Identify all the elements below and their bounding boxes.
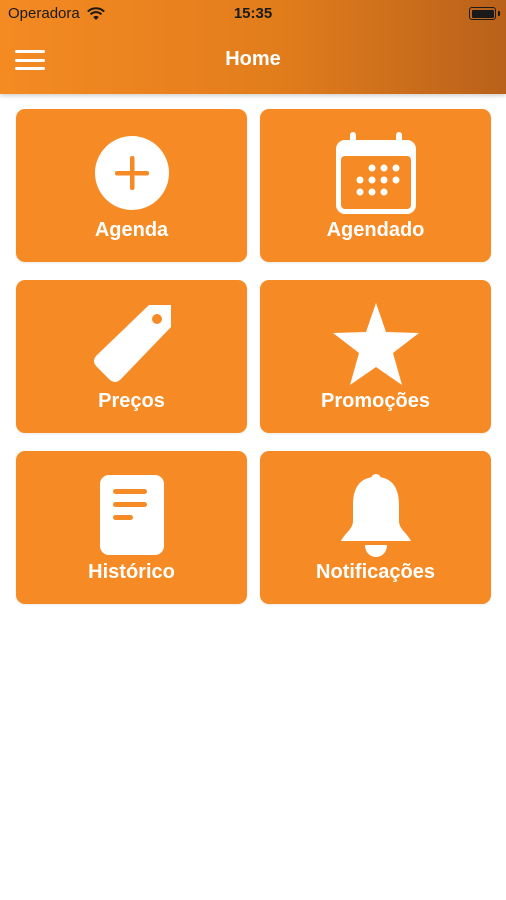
tile-label: Preços: [98, 390, 165, 412]
status-time: 15:35: [233, 5, 273, 22]
tile-label: Promoções: [321, 390, 430, 412]
document-icon: [99, 475, 164, 555]
tile-label: Agenda: [94, 219, 169, 241]
plus-circle-icon: [94, 136, 169, 210]
home-menu-grid: Agenda Agendado Preços Promoções Históri…: [16, 109, 491, 604]
page-title: Home: [225, 48, 281, 70]
tile-agenda[interactable]: Agenda: [16, 109, 247, 262]
star-icon: [332, 303, 419, 385]
tile-precos[interactable]: Preços: [16, 280, 247, 433]
tile-agendado[interactable]: Agendado: [260, 109, 491, 262]
tile-historico[interactable]: Histórico: [16, 451, 247, 604]
status-bar: Operadora 15:35: [0, 0, 506, 28]
tile-notificacoes[interactable]: Notificações: [260, 451, 491, 604]
tile-label: Agendado: [326, 219, 425, 241]
tile-promocoes[interactable]: Promoções: [260, 280, 491, 433]
app-header: Operadora 15:35 Home: [0, 0, 506, 94]
tile-label: Histórico: [88, 561, 175, 583]
battery-icon: [469, 7, 500, 20]
tile-label: Notificações: [316, 561, 435, 583]
nav-bar: Home: [0, 28, 506, 94]
calendar-icon: [335, 132, 416, 214]
tag-icon: [93, 305, 171, 382]
bell-icon: [340, 474, 411, 557]
